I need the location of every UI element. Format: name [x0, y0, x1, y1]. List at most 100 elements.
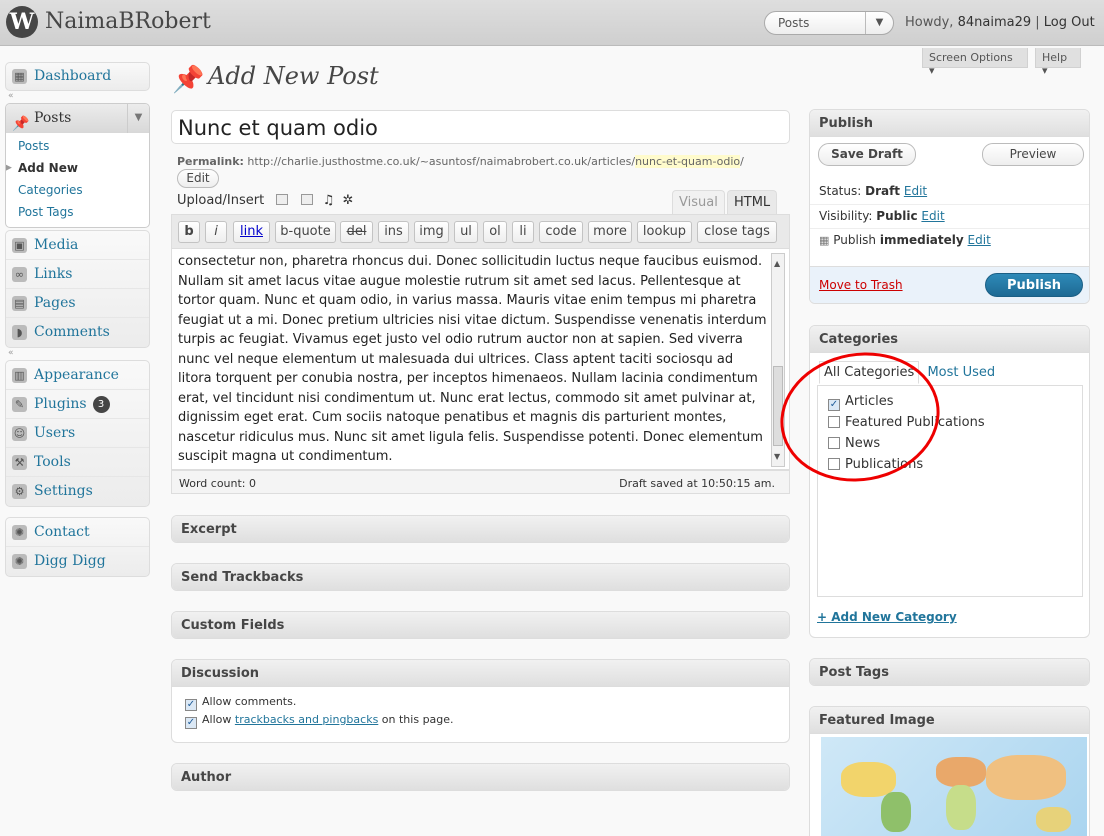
site-name[interactable]: NaimaBRobert: [45, 9, 211, 34]
menu-label: Contact: [34, 524, 90, 540]
add-audio-icon[interactable]: ♫: [323, 193, 335, 208]
allow-pings-label: Allow: [202, 713, 232, 726]
save-draft-button[interactable]: Save Draft: [818, 143, 916, 166]
quicktag-link-button[interactable]: link: [233, 221, 270, 243]
submenu-post-tags[interactable]: Post Tags: [6, 202, 149, 224]
upload-insert-label: Upload/Insert: [177, 193, 265, 208]
admin-header: W NaimaBRobert Posts ▼ Howdy, 84naima29 …: [0, 0, 1104, 46]
allow-pings-row: ✓ Allow trackbacks and pingbacks on this …: [185, 711, 776, 729]
quicktag-ul-button[interactable]: ul: [454, 221, 478, 243]
quicktag-close-tags-button[interactable]: close tags: [697, 221, 777, 243]
quicktag-blockquote-button[interactable]: b-quote: [275, 221, 336, 243]
menu-contact[interactable]: ✺ Contact: [6, 518, 149, 547]
status-value: Draft: [865, 184, 901, 198]
post-tags-box[interactable]: Post Tags: [809, 658, 1090, 686]
chevron-down-icon[interactable]: ▼: [865, 12, 893, 34]
publishing-actions: Move to Trash Publish: [810, 266, 1089, 303]
menu-tools[interactable]: ⚒ Tools: [6, 448, 149, 477]
quicktag-ol-button[interactable]: ol: [483, 221, 507, 243]
post-content-text: consectetur non, pharetra rhoncus dui. D…: [178, 254, 767, 464]
wordpress-logo-icon[interactable]: W: [6, 6, 38, 38]
add-media-icon[interactable]: ✲: [342, 193, 353, 208]
excerpt-box[interactable]: Excerpt: [171, 515, 790, 543]
menu-label: Users: [34, 425, 76, 441]
quicktag-more-button[interactable]: more: [588, 221, 632, 243]
editor-status-bar: Word count: 0 Draft saved at 10:50:15 am…: [171, 470, 790, 494]
preview-button[interactable]: Preview: [982, 143, 1084, 166]
author-box[interactable]: Author: [171, 763, 790, 791]
edit-status-link[interactable]: Edit: [904, 184, 927, 198]
logout-link[interactable]: Log Out: [1044, 15, 1095, 30]
help-button[interactable]: Help ▾: [1035, 48, 1081, 77]
menu-label: Digg Digg: [34, 553, 106, 569]
move-to-trash-link[interactable]: Move to Trash: [819, 278, 903, 292]
custom-fields-box[interactable]: Custom Fields: [171, 611, 790, 639]
favorite-actions-select[interactable]: Posts ▼: [764, 11, 894, 35]
username-link[interactable]: 84naima29: [958, 15, 1032, 30]
trackbacks-link[interactable]: trackbacks and pingbacks: [235, 713, 378, 726]
menu-links[interactable]: ∞ Links: [6, 260, 149, 289]
menu-dashboard[interactable]: ▦ Dashboard: [5, 62, 150, 91]
menu-appearance[interactable]: ▥ Appearance: [6, 361, 149, 390]
publish-settings: Status: Draft Edit Visibility: Public Ed…: [810, 180, 1089, 252]
menu-users[interactable]: ☺ Users: [6, 419, 149, 448]
box-title[interactable]: Discussion: [172, 660, 789, 687]
quicktag-bold-button[interactable]: b: [178, 221, 200, 243]
post-content-textarea[interactable]: consectetur non, pharetra rhoncus dui. D…: [171, 248, 790, 470]
featured-image-thumbnail[interactable]: [821, 737, 1087, 836]
add-video-icon[interactable]: [300, 194, 313, 205]
tab-most-used[interactable]: Most Used: [923, 362, 999, 383]
tab-html[interactable]: HTML: [727, 190, 778, 214]
permalink-slug[interactable]: nunc-et-quam-odio: [635, 155, 741, 168]
allow-comments-checkbox[interactable]: ✓: [185, 699, 197, 711]
publish-box: Publish Save Draft Preview Status: Draft…: [809, 109, 1090, 304]
menu-posts[interactable]: 📌 Posts ▼: [6, 104, 149, 133]
schedule-row: ▦ Publish immediately Edit: [810, 228, 1089, 252]
menu-digg-digg[interactable]: ✺ Digg Digg: [6, 547, 149, 576]
quicktag-code-button[interactable]: code: [539, 221, 583, 243]
scroll-down-icon[interactable]: ▼: [774, 447, 780, 467]
quicktag-del-button[interactable]: del: [340, 221, 373, 243]
quicktag-italic-button[interactable]: i: [205, 221, 227, 243]
map-landmass: [1036, 807, 1071, 832]
link-icon: ∞: [12, 267, 27, 282]
screen-options-button[interactable]: Screen Options ▾: [922, 48, 1028, 77]
add-new-category-link[interactable]: + Add New Category: [817, 610, 957, 624]
edit-visibility-link[interactable]: Edit: [921, 209, 944, 223]
send-trackbacks-box[interactable]: Send Trackbacks: [171, 563, 790, 591]
tab-visual[interactable]: Visual: [672, 190, 725, 214]
publish-button[interactable]: Publish: [985, 273, 1083, 297]
permalink-edit-button[interactable]: Edit: [177, 169, 219, 188]
submenu-add-new[interactable]: ▶ Add New: [6, 158, 149, 180]
menu-settings[interactable]: ⚙ Settings: [6, 477, 149, 506]
add-image-icon[interactable]: [276, 194, 289, 205]
allow-pings-checkbox[interactable]: ✓: [185, 717, 197, 729]
menu-comments[interactable]: ◗ Comments: [6, 318, 149, 347]
quicktag-li-button[interactable]: li: [512, 221, 534, 243]
menu-group-plugins: ✺ Contact ✺ Digg Digg: [5, 517, 150, 577]
menu-media[interactable]: ▣ Media: [6, 231, 149, 260]
menu-plugins[interactable]: ✎ Plugins 3: [6, 390, 149, 419]
page-title: Add New Post: [208, 62, 379, 90]
menu-group-content: ▣ Media ∞ Links ▤ Pages ◗ Comments: [5, 230, 150, 348]
post-title-input[interactable]: Nunc et quam odio: [171, 110, 790, 144]
box-title[interactable]: Publish: [810, 110, 1089, 137]
draft-saved-status: Draft saved at 10:50:15 am.: [619, 477, 775, 490]
submenu-categories[interactable]: Categories: [6, 180, 149, 202]
map-landmass: [841, 762, 896, 797]
comments-icon: ◗: [12, 325, 27, 340]
chevron-down-icon[interactable]: ▼: [127, 104, 149, 133]
admin-menu: ▦ Dashboard « 📌 Posts ▼ Posts ▶ Add New C…: [5, 62, 150, 577]
submenu-add-new-label: Add New: [18, 161, 78, 175]
appearance-icon: ▥: [12, 368, 27, 383]
menu-pages[interactable]: ▤ Pages: [6, 289, 149, 318]
quicktag-img-button[interactable]: img: [414, 221, 449, 243]
box-title[interactable]: Categories: [810, 326, 1089, 353]
edit-timestamp-link[interactable]: Edit: [968, 233, 991, 247]
status-row: Status: Draft Edit: [810, 180, 1089, 204]
quicktag-ins-button[interactable]: ins: [378, 221, 409, 243]
box-title[interactable]: Featured Image: [810, 707, 1089, 734]
submenu-posts[interactable]: Posts: [6, 136, 149, 158]
scroll-up-icon[interactable]: ▲: [774, 254, 780, 274]
quicktag-lookup-button[interactable]: lookup: [637, 221, 692, 243]
